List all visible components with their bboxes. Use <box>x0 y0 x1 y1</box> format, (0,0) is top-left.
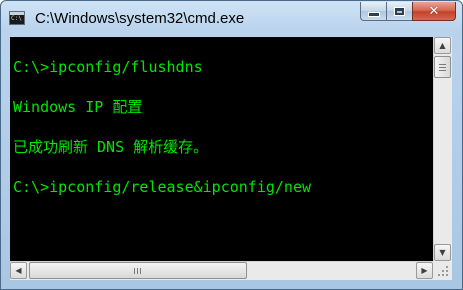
scroll-left-button[interactable]: ◀ <box>10 262 27 279</box>
console-output[interactable]: C:\>ipconfig/flushdns Windows IP 配置 已成功刷… <box>10 37 433 261</box>
maximize-button[interactable] <box>386 2 412 21</box>
console-line-windows-ip-config: Windows IP 配置 <box>13 98 143 116</box>
resize-grip-icon[interactable] <box>433 261 452 280</box>
thumb-grip-line <box>137 268 138 274</box>
cmd-app-icon[interactable]: C:\ <box>9 11 25 25</box>
thumb-grip-line <box>439 64 446 65</box>
console-line-command-flushdns: C:\>ipconfig/flushdns <box>13 58 203 76</box>
scroll-up-button[interactable]: ▲ <box>434 37 451 54</box>
horizontal-scroll-thumb[interactable] <box>29 262 247 279</box>
minimize-icon <box>367 11 380 17</box>
arrow-left-icon: ◀ <box>15 266 22 275</box>
minimize-button[interactable] <box>360 2 386 21</box>
caption-buttons: ✕ <box>360 2 456 22</box>
close-button[interactable]: ✕ <box>412 2 456 21</box>
thumb-grip-line <box>140 268 141 274</box>
window-title: C:\Windows\system32\cmd.exe <box>35 10 245 27</box>
thumb-grip-line <box>439 70 446 71</box>
title-bar[interactable]: C:\ C:\Windows\system32\cmd.exe ✕ <box>1 1 462 37</box>
horizontal-scrollbar[interactable]: ◀ ▶ <box>10 261 433 280</box>
arrow-down-icon: ▼ <box>439 248 446 257</box>
scroll-right-button[interactable]: ▶ <box>416 262 433 279</box>
maximize-icon <box>394 6 405 16</box>
thumb-grip-line <box>439 67 446 68</box>
thumb-grip-line <box>134 268 135 274</box>
arrow-right-icon: ▶ <box>421 266 428 275</box>
vertical-scroll-thumb[interactable] <box>434 56 451 78</box>
console-line-dns-flushed: 已成功刷新 DNS 解析缓存。 <box>13 138 209 156</box>
cmd-window: C:\ C:\Windows\system32\cmd.exe ✕ C:\>ip… <box>0 0 463 290</box>
vertical-scrollbar[interactable]: ▲ ▼ <box>433 37 452 261</box>
scroll-down-button[interactable]: ▼ <box>434 244 451 261</box>
close-icon: ✕ <box>428 3 440 19</box>
arrow-up-icon: ▲ <box>439 41 446 50</box>
icon-prompt: C:\ <box>11 15 22 22</box>
console-line-command-release: C:\>ipconfig/release&ipconfig/new <box>13 178 312 196</box>
